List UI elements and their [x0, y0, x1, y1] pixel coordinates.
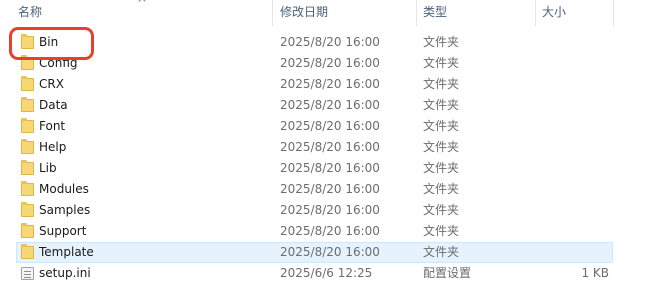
file-row[interactable]: Font 2025/8/20 16:00 文件夹 [0, 116, 648, 137]
file-name: Template [39, 245, 94, 259]
folder-icon [21, 97, 34, 112]
file-name: Font [39, 119, 66, 133]
file-row[interactable]: Support 2025/8/20 16:00 文件夹 [0, 221, 648, 242]
file-date-modified: 2025/8/20 16:00 [280, 98, 380, 112]
file-date-modified: 2025/8/20 16:00 [280, 224, 380, 238]
file-date-modified: 2025/8/20 16:00 [280, 245, 380, 259]
folder-icon [21, 202, 34, 217]
file-date-modified: 2025/8/20 16:00 [280, 182, 380, 196]
column-divider[interactable] [272, 0, 273, 26]
file-name: Samples [39, 203, 91, 217]
file-type: 文件夹 [423, 35, 460, 49]
highlight-annotation [9, 27, 94, 60]
file-name: Support [39, 224, 87, 238]
file-type: 文件夹 [423, 203, 460, 217]
sort-ascending-icon: ^ [137, 0, 148, 10]
file-type: 文件夹 [423, 140, 460, 154]
file-date-modified: 2025/8/20 16:00 [280, 35, 380, 49]
file-row[interactable]: Help 2025/8/20 16:00 文件夹 [0, 137, 648, 158]
file-name: Help [39, 140, 67, 154]
file-type: 文件夹 [423, 224, 460, 238]
file-type: 文件夹 [423, 56, 460, 70]
file-type: 文件夹 [423, 77, 460, 91]
folder-icon [21, 139, 34, 154]
file-explorer-list: ^ 名称 修改日期 类型 大小 Bin 2025/8/20 16:00 文件夹 Con… [0, 0, 648, 294]
file-date-modified: 2025/8/20 16:00 [280, 161, 380, 175]
folder-icon [21, 244, 34, 259]
file-type: 文件夹 [423, 119, 460, 133]
folder-icon [21, 223, 34, 238]
file-date-modified: 2025/8/20 16:00 [280, 77, 380, 91]
column-header-bar: ^ 名称 修改日期 类型 大小 [0, 0, 648, 26]
file-name: setup.ini [39, 266, 91, 280]
column-divider[interactable] [535, 0, 536, 26]
file-type: 配置设置 [423, 266, 472, 280]
file-type: 文件夹 [423, 98, 460, 112]
folder-icon [21, 118, 34, 133]
file-row[interactable]: setup.ini 2025/6/6 12:25 配置设置 1 KB [0, 263, 648, 284]
file-name: Data [39, 98, 68, 112]
file-type: 文件夹 [423, 182, 460, 196]
file-name: Modules [39, 182, 89, 196]
file-row[interactable]: Template 2025/8/20 16:00 文件夹 [0, 242, 648, 263]
column-header-name[interactable]: 名称 [18, 0, 42, 26]
ini-file-icon [21, 267, 34, 280]
file-date-modified: 2025/8/20 16:00 [280, 203, 380, 217]
column-header-date-modified[interactable]: 修改日期 [280, 0, 328, 26]
file-type: 文件夹 [423, 245, 460, 259]
file-row[interactable]: CRX 2025/8/20 16:00 文件夹 [0, 74, 648, 95]
file-row[interactable]: Modules 2025/8/20 16:00 文件夹 [0, 179, 648, 200]
column-header-size[interactable]: 大小 [542, 0, 566, 26]
file-row[interactable]: Config 2025/8/20 16:00 文件夹 [0, 53, 648, 74]
file-row[interactable]: Bin 2025/8/20 16:00 文件夹 [0, 32, 648, 53]
file-row[interactable]: Data 2025/8/20 16:00 文件夹 [0, 95, 648, 116]
file-row[interactable]: Lib 2025/8/20 16:00 文件夹 [0, 158, 648, 179]
column-divider[interactable] [613, 0, 614, 26]
file-name: CRX [39, 77, 64, 91]
file-date-modified: 2025/6/6 12:25 [280, 266, 373, 280]
file-date-modified: 2025/8/20 16:00 [280, 140, 380, 154]
column-divider[interactable] [416, 0, 417, 26]
file-type: 文件夹 [423, 161, 460, 175]
file-list: Bin 2025/8/20 16:00 文件夹 Config 2025/8/20 16:… [0, 32, 648, 284]
folder-icon [21, 181, 34, 196]
folder-icon [21, 76, 34, 91]
folder-icon [21, 160, 34, 175]
file-size: 1 KB [581, 266, 609, 280]
column-header-type[interactable]: 类型 [423, 0, 447, 26]
file-name: Lib [39, 161, 57, 175]
file-row[interactable]: Samples 2025/8/20 16:00 文件夹 [0, 200, 648, 221]
file-date-modified: 2025/8/20 16:00 [280, 119, 380, 133]
file-date-modified: 2025/8/20 16:00 [280, 56, 380, 70]
